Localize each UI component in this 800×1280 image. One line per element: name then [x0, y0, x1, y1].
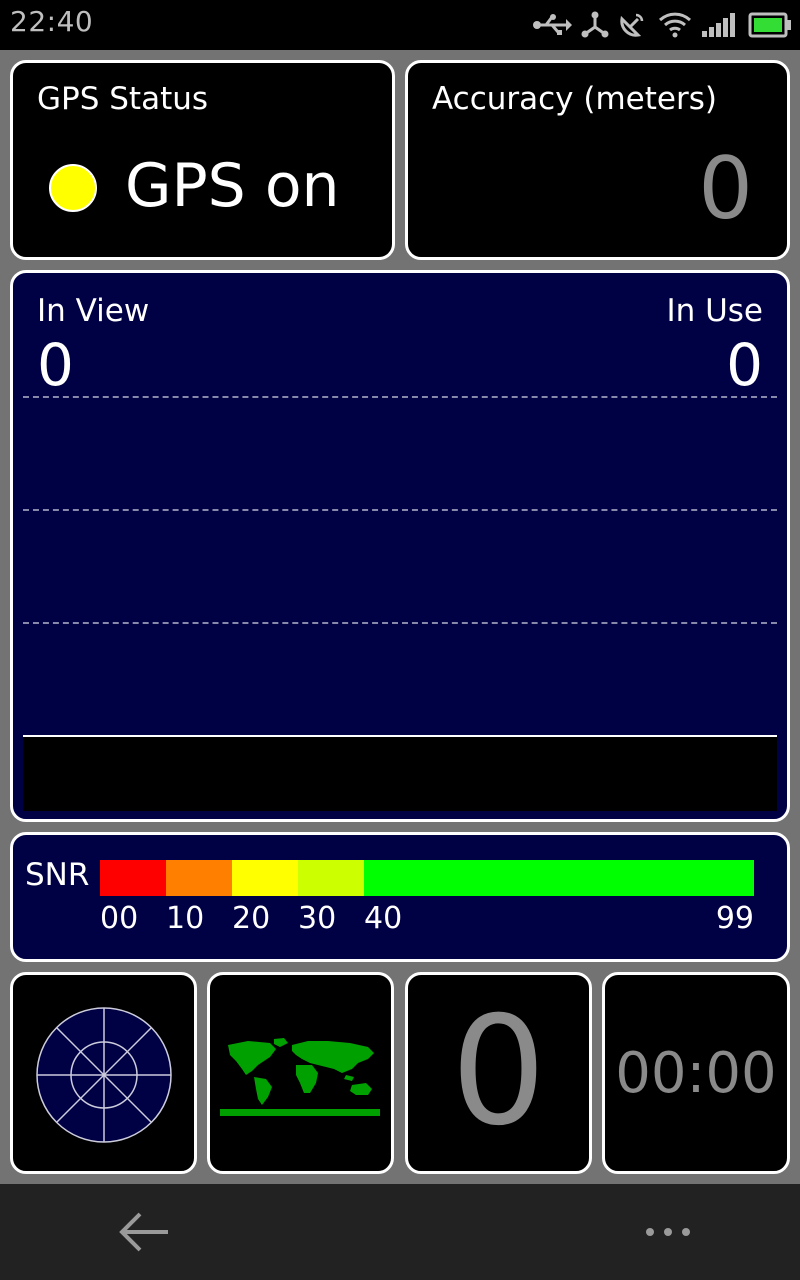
sky-radar-icon — [36, 1007, 172, 1143]
world-map-icon — [220, 1038, 380, 1116]
snr-segment — [232, 860, 298, 896]
in-view-value: 0 — [37, 331, 74, 399]
accuracy-value: 0 — [698, 139, 753, 239]
status-bar: 22:40 — [0, 0, 800, 50]
time-tile[interactable]: 00:00 — [602, 972, 790, 1174]
accuracy-panel[interactable]: Accuracy (meters) 0 — [405, 60, 790, 260]
satellite-bar-baseline — [23, 735, 777, 811]
usb-icon — [532, 9, 572, 41]
gps-status-panel[interactable]: GPS Status GPS on — [10, 60, 395, 260]
status-time: 22:40 — [10, 5, 94, 38]
gps-indicator-icon — [49, 164, 97, 212]
signal-icon — [700, 9, 738, 41]
gps-status-title: GPS Status — [37, 81, 209, 117]
snr-scale: 00 10 20 30 40 99 — [100, 901, 754, 941]
snr-label: SNR — [25, 857, 90, 893]
share-icon — [580, 9, 610, 41]
grid-line — [23, 622, 777, 624]
snr-tick-label: 40 — [364, 901, 403, 936]
snr-segment — [166, 860, 232, 896]
world-map-tile[interactable] — [207, 972, 394, 1174]
snr-tick-label: 10 — [166, 901, 205, 936]
in-use-value: 0 — [726, 331, 763, 399]
gps-satellite-icon — [618, 9, 646, 41]
snr-panel: SNR 00 10 20 30 40 99 — [10, 832, 790, 962]
snr-color-bar — [100, 860, 754, 896]
snr-tick-label: 00 — [100, 901, 139, 936]
accuracy-title: Accuracy (meters) — [432, 81, 717, 117]
snr-tick-label: 20 — [232, 901, 271, 936]
more-options-icon[interactable] — [640, 1220, 696, 1244]
snr-tick-label: 30 — [298, 901, 337, 936]
navigation-bar — [0, 1184, 800, 1280]
count-tile[interactable]: 0 — [405, 972, 592, 1174]
snr-segment — [364, 860, 754, 896]
snr-segment — [100, 860, 166, 896]
sky-view-tile[interactable] — [10, 972, 197, 1174]
back-arrow-icon[interactable] — [114, 1208, 174, 1256]
battery-icon — [748, 9, 792, 41]
snr-tick-label: 99 — [715, 901, 754, 936]
time-value: 00:00 — [615, 1041, 777, 1106]
grid-line — [23, 396, 777, 398]
in-view-label: In View — [37, 293, 150, 329]
snr-segment — [298, 860, 364, 896]
count-value: 0 — [450, 985, 547, 1159]
gps-status-value: GPS on — [125, 151, 340, 221]
in-use-label: In Use — [666, 293, 763, 329]
wifi-icon — [658, 9, 692, 41]
grid-line — [23, 509, 777, 511]
satellites-panel[interactable]: In View 0 In Use 0 — [10, 270, 790, 822]
